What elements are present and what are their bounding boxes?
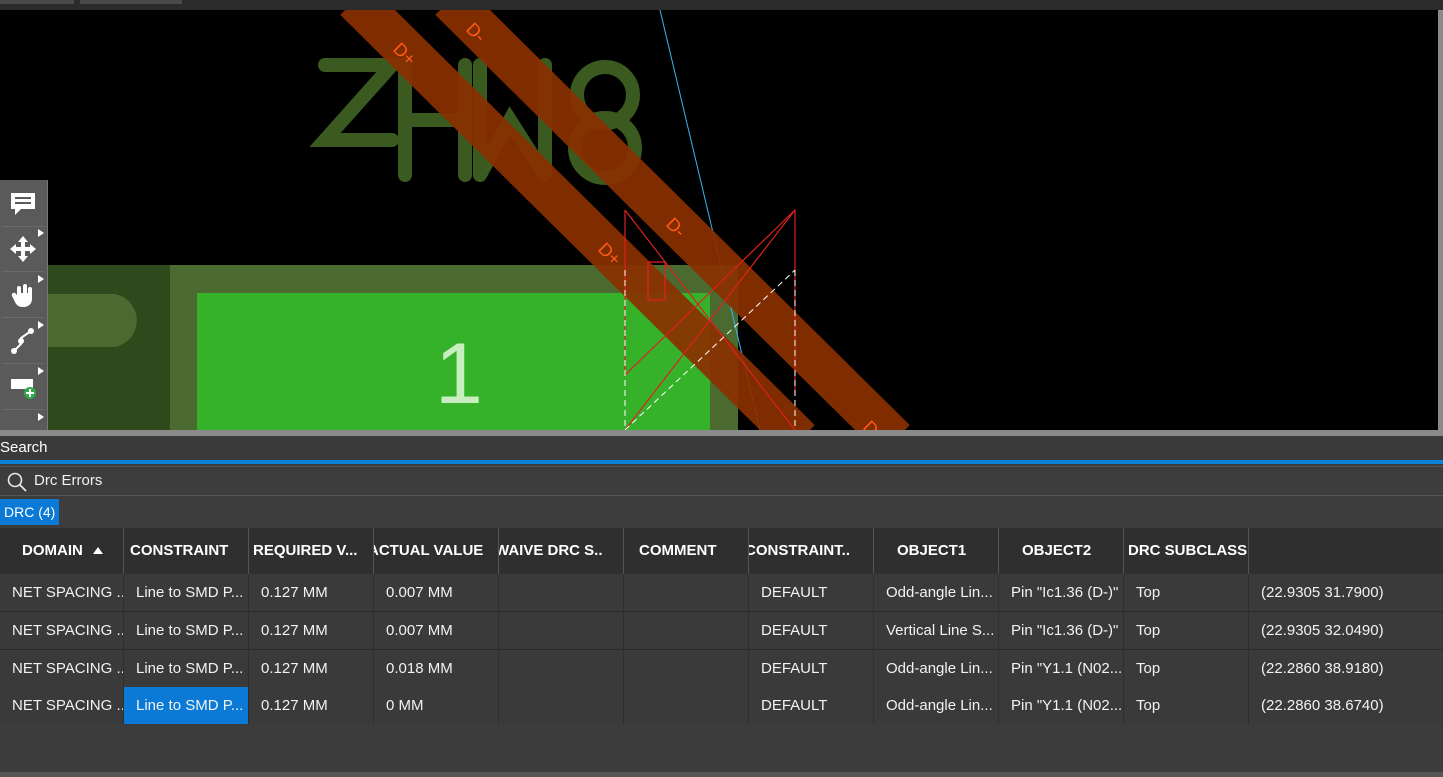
copper-region: [47, 265, 170, 430]
cell-drc-subclass[interactable]: Top: [1124, 574, 1249, 611]
search-icon: [7, 472, 27, 492]
cell-comment[interactable]: [624, 687, 749, 724]
cell-constraint-set[interactable]: DEFAULT: [749, 574, 874, 611]
expand-arrow-icon: [38, 275, 44, 283]
pad-number: 1: [435, 326, 483, 422]
column-header-drc-subclass[interactable]: DRC SUBCLASS: [1124, 528, 1249, 574]
table-row[interactable]: NET SPACING ... Line to SMD P... 0.127 M…: [0, 687, 1443, 725]
result-tabs: DRC (4): [0, 496, 1443, 528]
cell-domain[interactable]: NET SPACING ...: [0, 574, 124, 611]
more-tool-button[interactable]: [2, 411, 44, 429]
cell-actual-value[interactable]: 0.018 MM: [374, 650, 499, 687]
search-input[interactable]: Drc Errors: [34, 472, 102, 489]
hand-tool-button[interactable]: [2, 273, 44, 318]
cell-object2[interactable]: Pin "Ic1.36 (D-)": [999, 612, 1124, 649]
cell-object1[interactable]: Odd-angle Lin...: [874, 574, 999, 611]
cell-comment[interactable]: [624, 612, 749, 649]
cell-domain[interactable]: NET SPACING ...: [0, 612, 124, 649]
move-tool-button[interactable]: [2, 227, 44, 272]
cell-object1[interactable]: Vertical Line S...: [874, 612, 999, 649]
column-header-domain[interactable]: DOMAIN: [0, 528, 124, 574]
hand-pointer-icon: [11, 284, 32, 307]
cell-location[interactable]: (22.2860 38.6740): [1249, 687, 1443, 724]
tab-drc[interactable]: DRC (4): [0, 499, 60, 525]
column-header-required-value[interactable]: REQUIRED V...: [249, 528, 374, 574]
cell-location[interactable]: (22.9305 32.0490): [1249, 612, 1443, 649]
cell-constraint-set[interactable]: DEFAULT: [749, 612, 874, 649]
cell-required-value[interactable]: 0.127 MM: [249, 650, 374, 687]
cell-waive-drc[interactable]: [499, 687, 624, 724]
cell-object1[interactable]: Odd-angle Lin...: [874, 650, 999, 687]
pcb-drawing: D- D+ D- D+ D 1: [47, 10, 910, 430]
column-header-constraint-set[interactable]: CONSTRAINT..: [749, 528, 874, 574]
cell-comment[interactable]: [624, 650, 749, 687]
pcb-canvas[interactable]: D- D+ D- D+ D 1: [0, 10, 1438, 430]
move-icon: [10, 236, 36, 262]
cell-location[interactable]: (22.9305 31.7900): [1249, 574, 1443, 611]
search-bar[interactable]: Drc Errors: [0, 466, 1443, 496]
tab-stub-1[interactable]: [0, 0, 74, 4]
cell-waive-drc[interactable]: [499, 612, 624, 649]
cell-required-value[interactable]: 0.127 MM: [249, 574, 374, 611]
tab-stub-2[interactable]: [80, 0, 182, 4]
cell-constraint-selected[interactable]: Line to SMD P...: [124, 687, 249, 724]
table-empty-area: [0, 724, 1443, 772]
panel-title: Search: [0, 439, 48, 456]
comment-tool-button[interactable]: [2, 182, 44, 227]
route-icon: [11, 328, 34, 354]
cell-constraint[interactable]: Line to SMD P...: [124, 574, 249, 611]
comment-icon: [11, 193, 35, 215]
cell-drc-subclass[interactable]: Top: [1124, 650, 1249, 687]
vertical-scrollbar[interactable]: [1438, 10, 1443, 430]
cell-waive-drc[interactable]: [499, 650, 624, 687]
cell-object1[interactable]: Odd-angle Lin...: [874, 687, 999, 724]
column-header-actual-value[interactable]: ACTUAL VALUE: [374, 528, 499, 574]
cell-actual-value[interactable]: 0.007 MM: [374, 612, 499, 649]
status-bar: [0, 772, 1443, 777]
search-panel-header: Search: [0, 436, 1443, 460]
cell-constraint-set[interactable]: DEFAULT: [749, 687, 874, 724]
cell-drc-subclass[interactable]: Top: [1124, 687, 1249, 724]
column-header-location[interactable]: [1249, 528, 1443, 574]
cell-comment[interactable]: [624, 574, 749, 611]
expand-arrow-icon: [38, 321, 44, 329]
cell-required-value[interactable]: 0.127 MM: [249, 612, 374, 649]
expand-arrow-icon: [38, 367, 44, 375]
canvas-toolbar: [0, 180, 48, 430]
cell-drc-subclass[interactable]: Top: [1124, 612, 1249, 649]
column-header-waive-drc[interactable]: WAIVE DRC S..: [499, 528, 624, 574]
panel-accent-line: [0, 460, 1443, 464]
sort-ascending-icon: [92, 547, 103, 554]
cell-waive-drc[interactable]: [499, 574, 624, 611]
table-row[interactable]: NET SPACING ... Line to SMD P... 0.127 M…: [0, 650, 1443, 688]
cell-constraint-set[interactable]: DEFAULT: [749, 650, 874, 687]
expand-arrow-icon: [38, 229, 44, 237]
cell-constraint[interactable]: Line to SMD P...: [124, 650, 249, 687]
cell-object2[interactable]: Pin "Y1.1 (N02...: [999, 687, 1124, 724]
oval-pad: [47, 294, 137, 347]
cell-constraint[interactable]: Line to SMD P...: [124, 612, 249, 649]
route-tool-button[interactable]: [2, 319, 44, 364]
cell-location[interactable]: (22.2860 38.9180): [1249, 650, 1443, 687]
table-row[interactable]: NET SPACING ... Line to SMD P... 0.127 M…: [0, 612, 1443, 650]
cell-actual-value[interactable]: 0 MM: [374, 687, 499, 724]
cell-object2[interactable]: Pin "Ic1.36 (D-)": [999, 574, 1124, 611]
cell-domain[interactable]: NET SPACING ...: [0, 650, 124, 687]
add-shape-icon: [11, 379, 36, 399]
column-header-object2[interactable]: OBJECT2: [999, 528, 1124, 574]
cell-object2[interactable]: Pin "Y1.1 (N02...: [999, 650, 1124, 687]
cell-required-value[interactable]: 0.127 MM: [249, 687, 374, 724]
cell-domain[interactable]: NET SPACING ...: [0, 687, 124, 724]
column-header-object1[interactable]: OBJECT1: [874, 528, 999, 574]
table-row[interactable]: NET SPACING ... Line to SMD P... 0.127 M…: [0, 574, 1443, 612]
expand-arrow-icon: [38, 413, 44, 421]
add-shape-tool-button[interactable]: [2, 365, 44, 410]
cell-actual-value[interactable]: 0.007 MM: [374, 574, 499, 611]
top-tab-strip: [0, 0, 1443, 10]
column-header-constraint[interactable]: CONSTRAINT: [124, 528, 249, 574]
column-header-comment[interactable]: COMMENT: [624, 528, 749, 574]
